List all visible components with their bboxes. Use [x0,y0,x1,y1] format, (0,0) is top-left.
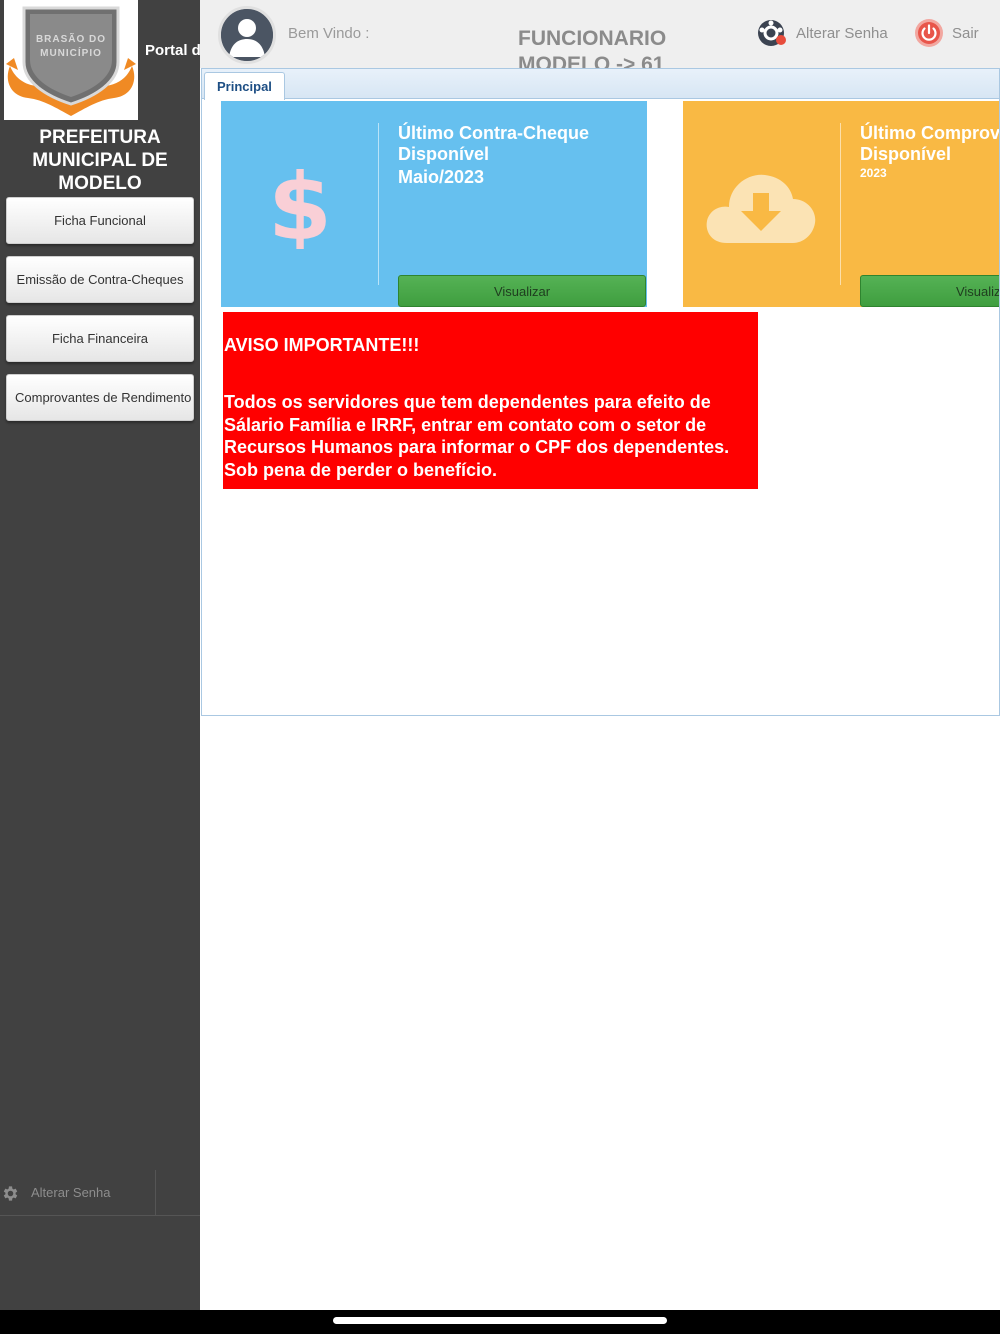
user-name: FUNCIONARIO MODELO -> 61 [518,27,667,68]
sidebar: BRASÃO DO MUNICÍPIO Portal do PREFEITURA… [0,0,200,1310]
tab-bar: Principal [202,69,999,100]
card-separator [378,123,379,285]
municipal-crest-logo: BRASÃO DO MUNICÍPIO [4,0,138,120]
organization-name: PREFEITURA MUNICIPAL DE MODELO [32,127,168,194]
view-income-statement-button[interactable]: Visualizar [860,275,999,307]
top-header: Bem Vindo : FUNCIONARIO MODELO -> 61 Alt… [200,0,1000,68]
menu-comprovantes-rendimento-button[interactable]: Comprovantes de Rendimento [6,374,194,421]
latest-income-statement-card: Último Comprovante Disponível 2023 Visua… [683,101,999,307]
important-notice: AVISO IMPORTANTE!!! Todos os servidores … [223,312,758,489]
sidebar-footer-label: Alterar Senha [31,1185,111,1200]
sidebar-footer-change-password[interactable]: Alterar Senha [0,1170,200,1216]
notice-body: Todos os servidores que tem dependentes … [224,392,730,480]
gear-icon [3,1186,18,1201]
crest-text-line-1: BRASÃO DO [36,32,106,45]
power-icon [915,19,943,47]
cloud-download-icon [706,174,816,243]
home-indicator[interactable] [333,1317,667,1324]
menu-item-label: Ficha Financeira [51,331,149,346]
portal-label: Portal do [145,42,200,59]
income-card-subtitle: 2023 [860,166,887,180]
paycheck-card-title: Último Contra-Cheque Disponível [398,123,589,164]
tab-principal[interactable]: Principal [204,72,285,100]
menu-item-label: Ficha Funcional [54,213,146,228]
change-password-link[interactable]: Alterar Senha [756,18,888,48]
main-panel: Principal $ Último Contra-Cheque Disponí… [201,68,1000,716]
view-paycheck-button[interactable]: Visualizar [398,275,646,307]
menu-ficha-funcional-button[interactable]: Ficha Funcional [6,197,194,244]
logout-link[interactable]: Sair [914,18,979,48]
paycheck-card-subtitle: Maio/2023 [398,167,485,187]
footer-divider [155,1170,156,1216]
notice-heading: AVISO IMPORTANTE!!! [224,335,420,355]
logout-label: Sair [952,24,979,42]
settings-badge-icon [758,20,786,46]
app-root: BRASÃO DO MUNICÍPIO Portal do PREFEITURA… [0,0,1000,1334]
menu-item-label: Emissão de Contra-Cheques [16,272,184,287]
change-password-label: Alterar Senha [796,24,888,42]
user-avatar [218,6,276,64]
latest-paycheck-card: $ Último Contra-Cheque Disponível Maio/2… [221,101,647,307]
income-card-title: Último Comprovante Disponível [860,123,999,164]
svg-text:$: $ [273,163,327,249]
user-silhouette-icon [221,9,273,61]
menu-emissao-contra-cheques-button[interactable]: Emissão de Contra-Cheques [6,256,194,303]
menu-item-label: Comprovantes de Rendimento [15,390,192,405]
menu-ficha-financeira-button[interactable]: Ficha Financeira [6,315,194,362]
dollar-icon: $ [273,163,327,249]
card-separator [840,123,841,285]
crest-text-line-2: MUNICÍPIO [40,46,102,59]
welcome-label: Bem Vindo : [288,25,370,42]
